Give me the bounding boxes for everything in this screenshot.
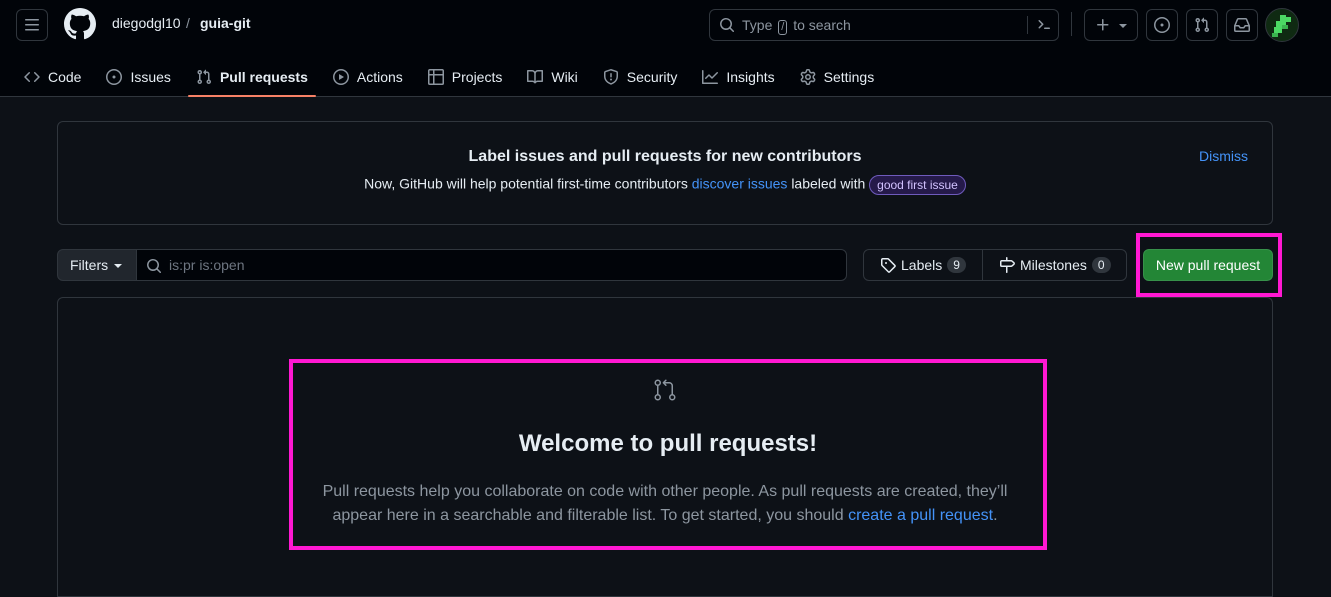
milestones-count: 0: [1091, 257, 1111, 273]
inbox-button[interactable]: [1226, 9, 1258, 41]
pull-requests-button[interactable]: [1186, 9, 1218, 41]
search-icon: [720, 18, 735, 33]
tab-label: Actions: [356, 68, 403, 85]
tab-pull-requests[interactable]: Pull requests: [187, 56, 316, 97]
tab-actions[interactable]: Actions: [325, 56, 411, 97]
highlight-box-welcome: [289, 359, 1047, 550]
labels-label: Labels: [901, 257, 943, 273]
tab-label: Projects: [451, 68, 503, 85]
filter-search-input[interactable]: [169, 250, 839, 280]
shield-icon: [603, 68, 618, 85]
pull-request-icon: [1195, 17, 1210, 33]
search-icon: [147, 259, 162, 274]
play-icon: [332, 68, 349, 85]
chevron-down-icon: [1119, 24, 1127, 28]
labels-button[interactable]: Labels 9: [864, 250, 982, 280]
milestones-button[interactable]: Milestones 0: [981, 250, 1127, 280]
tab-label: Wiki: [551, 68, 578, 85]
plus-icon: [1097, 19, 1109, 31]
pull-request-icon: [197, 69, 211, 84]
tab-security[interactable]: Security: [595, 56, 686, 97]
menu-icon: [25, 19, 39, 31]
tab-label: Settings: [823, 68, 875, 85]
labels-milestones-group: Labels 9 Milestones 0: [863, 249, 1127, 281]
search-hint: Type / to search: [742, 17, 851, 35]
repo-owner-link[interactable]: diegodgl10: [112, 15, 181, 31]
milestones-label: Milestones: [1019, 257, 1087, 273]
tab-projects[interactable]: Projects: [420, 56, 511, 97]
tab-label: Pull requests: [219, 68, 308, 85]
banner-text: Now, GitHub will help potential first-ti…: [58, 175, 1272, 195]
book-icon: [527, 69, 544, 83]
header-divider: [1071, 12, 1072, 36]
table-icon: [427, 68, 444, 85]
banner-title: Label issues and pull requests for new c…: [468, 148, 862, 165]
app-header: diegodgl10 / guia-git Type / to search C…: [0, 0, 1331, 97]
inbox-icon: [1234, 18, 1250, 32]
discover-issues-link[interactable]: discover issues: [692, 176, 788, 192]
global-search-input[interactable]: Type / to search: [709, 9, 1059, 41]
issues-button[interactable]: [1146, 9, 1178, 41]
code-icon: [24, 71, 40, 82]
tab-wiki[interactable]: Wiki: [519, 56, 585, 97]
new-contributors-banner: Label issues and pull requests for new c…: [57, 121, 1273, 225]
search-shortcut-key: /: [778, 20, 788, 35]
tab-label: Issues: [130, 68, 171, 85]
repo-name-link[interactable]: guia-git: [200, 15, 251, 31]
tab-label: Code: [48, 68, 82, 85]
repo-tabs: Code Issues Pull requests Actions Projec…: [16, 56, 891, 97]
menu-button[interactable]: [16, 9, 48, 41]
issue-icon: [106, 68, 123, 85]
labels-count: 9: [947, 257, 966, 273]
gear-icon: [800, 68, 816, 85]
graph-icon: [702, 69, 719, 84]
good-first-issue-label[interactable]: good first issue: [869, 175, 966, 195]
create-new-button[interactable]: [1084, 9, 1138, 41]
filters-dropdown[interactable]: Filters: [57, 249, 137, 281]
tab-label: Security: [626, 68, 678, 85]
command-palette-icon[interactable]: [1036, 17, 1052, 33]
tab-issues[interactable]: Issues: [98, 56, 178, 97]
milestone-icon: [999, 257, 1015, 273]
tab-insights[interactable]: Insights: [694, 56, 782, 97]
avatar[interactable]: [1265, 8, 1299, 42]
tag-icon: [881, 258, 896, 273]
tab-settings[interactable]: Settings: [792, 56, 883, 97]
tab-code[interactable]: Code: [16, 56, 89, 97]
filters-label: Filters: [70, 257, 109, 273]
user-avatar-icon: [1272, 15, 1291, 37]
issue-icon: [1154, 17, 1170, 33]
filter-search-field[interactable]: [136, 249, 847, 281]
highlight-box-new-pr: [1136, 233, 1282, 297]
dismiss-button[interactable]: Dismiss: [1199, 148, 1248, 164]
path-separator: /: [186, 15, 190, 31]
github-logo-icon[interactable]: [64, 8, 96, 40]
search-divider: [1027, 16, 1028, 34]
chevron-down-icon: [114, 264, 123, 268]
tab-label: Insights: [726, 68, 775, 85]
